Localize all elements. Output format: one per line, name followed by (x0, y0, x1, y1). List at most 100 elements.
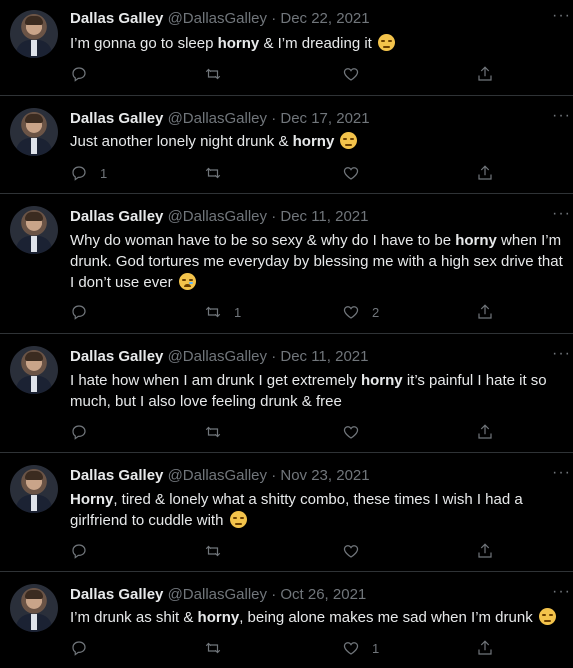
tweet-header: Dallas Galley @DallasGalley · Dec 11, 20… (70, 207, 368, 227)
avatar[interactable] (10, 108, 58, 156)
share-icon (478, 304, 492, 319)
reply-button[interactable] (70, 64, 100, 84)
share-button[interactable] (476, 302, 494, 322)
like-button[interactable] (342, 541, 372, 561)
more-icon[interactable]: ··· (549, 465, 571, 486)
more-icon[interactable]: ··· (549, 108, 571, 129)
tweet[interactable]: Dallas Galley @DallasGalley · Dec 11, 20… (0, 194, 573, 334)
separator: · (271, 10, 277, 27)
separator: · (271, 348, 277, 365)
more-icon[interactable]: ··· (549, 8, 571, 29)
tweet-header: Dallas Galley @DallasGalley · Dec 11, 20… (70, 347, 368, 367)
share-button[interactable] (476, 422, 494, 442)
display-name[interactable]: Dallas Galley (70, 110, 163, 127)
separator: · (271, 110, 277, 127)
user-handle[interactable]: @DallasGalley (168, 10, 267, 27)
heart-icon (343, 642, 359, 655)
share-button[interactable] (476, 638, 494, 658)
tweet-date[interactable]: Dec 11, 2021 (280, 208, 368, 225)
heart-icon (343, 68, 359, 81)
reply-count: 1 (100, 165, 108, 181)
heart-icon (343, 167, 359, 180)
reply-button[interactable] (70, 422, 100, 442)
retweet-icon (205, 642, 221, 654)
like-button[interactable] (342, 422, 372, 442)
like-button[interactable] (342, 163, 372, 183)
tweet[interactable]: Dallas Galley @DallasGalley · Oct 26, 20… (0, 572, 573, 668)
avatar[interactable] (10, 465, 58, 513)
tweet-date[interactable]: Oct 26, 2021 (280, 586, 366, 603)
tweet-actions (70, 541, 510, 561)
tweet-text: I’m drunk as shit & horny, being alone m… (70, 607, 570, 628)
user-handle[interactable]: @DallasGalley (168, 348, 267, 365)
retweet-button[interactable]: 1 (204, 302, 241, 322)
like-button[interactable]: 2 (342, 302, 379, 322)
tweet-header: Dallas Galley @DallasGalley · Dec 17, 20… (70, 109, 370, 129)
reply-icon (72, 544, 86, 559)
display-name[interactable]: Dallas Galley (70, 10, 163, 27)
share-button[interactable] (476, 541, 494, 561)
retweet-count: 1 (234, 304, 242, 320)
tweet[interactable]: Dallas Galley @DallasGalley · Dec 17, 20… (0, 96, 573, 194)
avatar[interactable] (10, 206, 58, 254)
like-button[interactable] (342, 64, 372, 84)
avatar[interactable] (10, 10, 58, 58)
user-handle[interactable]: @DallasGalley (168, 110, 267, 127)
tweet-date[interactable]: Dec 11, 2021 (280, 348, 368, 365)
retweet-icon (205, 167, 221, 179)
heart-icon (343, 306, 359, 319)
like-button[interactable]: 1 (342, 638, 379, 658)
display-name[interactable]: Dallas Galley (70, 208, 163, 225)
display-name[interactable]: Dallas Galley (70, 467, 163, 484)
like-count: 1 (372, 640, 380, 656)
share-button[interactable] (476, 64, 494, 84)
retweet-button[interactable] (204, 64, 234, 84)
more-icon[interactable]: ··· (549, 346, 571, 367)
rolling-eyes-face-icon (538, 608, 556, 625)
avatar[interactable] (10, 584, 58, 632)
reply-icon (72, 67, 86, 82)
tweet-date[interactable]: Dec 22, 2021 (280, 10, 369, 27)
tweet-actions (70, 422, 510, 442)
retweet-button[interactable] (204, 163, 234, 183)
more-icon[interactable]: ··· (549, 584, 571, 605)
user-handle[interactable]: @DallasGalley (168, 467, 267, 484)
separator: · (271, 208, 277, 225)
like-count: 2 (372, 304, 380, 320)
reply-button[interactable] (70, 541, 100, 561)
reply-button[interactable]: 1 (70, 163, 107, 183)
user-handle[interactable]: @DallasGalley (168, 586, 267, 603)
tweet-text: Why do woman have to be so sexy & why do… (70, 232, 567, 291)
tweet[interactable]: Dallas Galley @DallasGalley · Dec 11, 20… (0, 334, 573, 453)
share-icon (478, 165, 492, 180)
tweet-header: Dallas Galley @DallasGalley · Oct 26, 20… (70, 585, 366, 605)
retweet-button[interactable] (204, 422, 234, 442)
display-name[interactable]: Dallas Galley (70, 586, 163, 603)
reply-icon (72, 305, 86, 320)
share-button[interactable] (476, 163, 494, 183)
tweet-text: Horny, tired & lonely what a shitty comb… (70, 491, 527, 529)
share-icon (478, 543, 492, 558)
tweet-actions (70, 64, 510, 84)
tweet[interactable]: Dallas Galley @DallasGalley · Nov 23, 20… (0, 453, 573, 572)
tweet-header: Dallas Galley @DallasGalley · Nov 23, 20… (70, 466, 370, 486)
user-handle[interactable]: @DallasGalley (168, 208, 267, 225)
tweet-date[interactable]: Dec 17, 2021 (280, 110, 369, 127)
reply-icon (72, 641, 86, 656)
more-icon[interactable]: ··· (549, 206, 571, 227)
tweet-text: I hate how when I am drunk I get extreme… (70, 372, 551, 410)
share-icon (478, 640, 492, 655)
reply-button[interactable] (70, 302, 100, 322)
tweet-date[interactable]: Nov 23, 2021 (280, 467, 369, 484)
display-name[interactable]: Dallas Galley (70, 348, 163, 365)
retweet-button[interactable] (204, 541, 234, 561)
rolling-eyes-face-icon (340, 132, 358, 149)
reply-icon (72, 166, 86, 181)
tweet[interactable]: Dallas Galley @DallasGalley · Dec 22, 20… (0, 0, 573, 96)
reply-button[interactable] (70, 638, 100, 658)
tweet-text: I’m gonna go to sleep horny & I’m dreadi… (70, 33, 570, 54)
share-icon (478, 66, 492, 81)
retweet-button[interactable] (204, 638, 234, 658)
tweet-header: Dallas Galley @DallasGalley · Dec 22, 20… (70, 9, 370, 29)
avatar[interactable] (10, 346, 58, 394)
